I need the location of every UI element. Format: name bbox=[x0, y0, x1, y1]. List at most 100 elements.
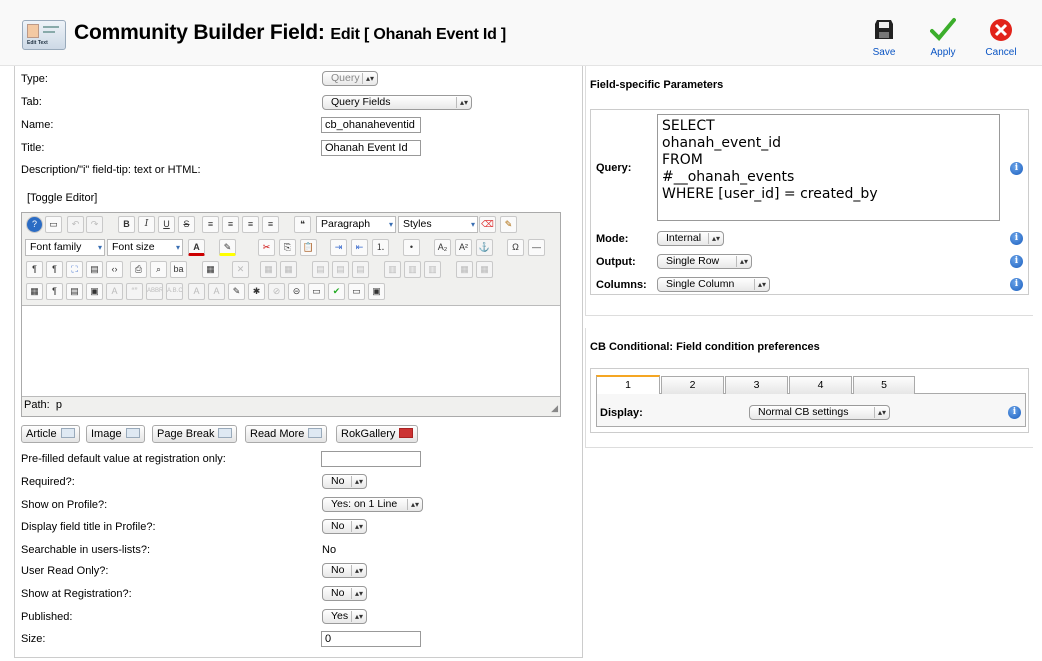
copy-icon[interactable]: ⎘ bbox=[279, 239, 296, 256]
ltr-icon[interactable]: ¶ bbox=[26, 261, 43, 278]
size-input[interactable]: 0 bbox=[321, 631, 421, 647]
indent-icon[interactable]: ⇥ bbox=[330, 239, 347, 256]
eraser-icon[interactable]: ⌫ bbox=[479, 216, 496, 233]
rokgallery-button[interactable]: RokGallery bbox=[336, 425, 419, 443]
name-input[interactable]: cb_ohanaheventid bbox=[321, 117, 421, 133]
delete-text-icon[interactable]: A bbox=[188, 283, 205, 300]
image-icon[interactable]: ▣ bbox=[86, 283, 103, 300]
font-size-select[interactable]: Font size ▾ bbox=[107, 239, 183, 256]
numbered-list-icon[interactable]: ⒈ bbox=[372, 239, 389, 256]
editor-content-area[interactable] bbox=[22, 305, 560, 397]
redo-icon[interactable]: ↷ bbox=[86, 216, 103, 233]
abbr-icon[interactable]: ABBR bbox=[146, 283, 163, 300]
conditional-tab-2[interactable]: 2 bbox=[661, 376, 724, 394]
columns-info-icon[interactable]: i bbox=[1010, 278, 1023, 291]
blockquote-icon[interactable]: ❝ bbox=[294, 216, 311, 233]
table-insert-row-after-icon[interactable]: ▤ bbox=[332, 261, 349, 278]
rtl-icon[interactable]: ¶ bbox=[46, 261, 63, 278]
print-icon[interactable]: ⎙ bbox=[130, 261, 147, 278]
table-insert-col-after-icon[interactable]: ▥ bbox=[404, 261, 421, 278]
media-icon[interactable]: ▭ bbox=[308, 283, 325, 300]
bullet-list-icon[interactable]: • bbox=[403, 239, 420, 256]
align-center-icon[interactable]: ≡ bbox=[222, 216, 239, 233]
page-break-button[interactable]: Page Break bbox=[152, 425, 238, 443]
bold-icon[interactable]: B bbox=[118, 216, 135, 233]
mode-select[interactable]: Internal ▴▾ bbox=[657, 231, 724, 246]
visual-aid-icon[interactable]: ▦ bbox=[26, 283, 43, 300]
template-icon[interactable]: ▤ bbox=[66, 283, 83, 300]
save-button[interactable]: Save bbox=[860, 14, 908, 60]
italic-icon[interactable]: I bbox=[138, 216, 155, 233]
link-icon[interactable]: ⊝ bbox=[288, 283, 305, 300]
text-color-icon[interactable]: A bbox=[188, 239, 205, 256]
table-insert-row-icon[interactable]: ▤ bbox=[312, 261, 329, 278]
published-select[interactable]: Yes ▴▾ bbox=[322, 609, 367, 624]
style-props-icon[interactable]: A bbox=[106, 283, 123, 300]
new-document-icon[interactable]: ▭ bbox=[45, 216, 62, 233]
format-select[interactable]: Paragraph ▾ bbox=[316, 216, 396, 233]
undo-icon[interactable]: ↶ bbox=[67, 216, 84, 233]
table-delete-row-icon[interactable]: ▤ bbox=[352, 261, 369, 278]
align-right-icon[interactable]: ≡ bbox=[262, 216, 279, 233]
output-info-icon[interactable]: i bbox=[1010, 255, 1023, 268]
font-family-select[interactable]: Font family ▾ bbox=[25, 239, 105, 256]
path-element-p[interactable]: p bbox=[56, 399, 62, 411]
tab-select[interactable]: Query Fields ▴▾ bbox=[322, 95, 472, 110]
code-icon[interactable]: ‹› bbox=[106, 261, 123, 278]
paste-icon[interactable]: 📋 bbox=[300, 239, 317, 256]
prefill-input[interactable] bbox=[321, 451, 421, 467]
table-insert-col-icon[interactable]: ▥ bbox=[384, 261, 401, 278]
required-select[interactable]: No ▴▾ bbox=[322, 474, 367, 489]
display-select[interactable]: Normal CB settings ▴▾ bbox=[749, 405, 890, 420]
superscript-icon[interactable]: A² bbox=[455, 239, 472, 256]
underline-icon[interactable]: U bbox=[158, 216, 175, 233]
cut-icon[interactable]: ✂ bbox=[258, 239, 275, 256]
show-registration-select[interactable]: No ▴▾ bbox=[322, 586, 367, 601]
table-icon[interactable]: ▦ bbox=[260, 261, 277, 278]
replace-icon[interactable]: ba bbox=[170, 261, 187, 278]
page-break-icon[interactable]: ▣ bbox=[368, 283, 385, 300]
table-delete-col-icon[interactable]: ▥ bbox=[424, 261, 441, 278]
attributes-icon[interactable]: ✎ bbox=[228, 283, 245, 300]
cleanup-broom-icon[interactable]: ✎ bbox=[500, 216, 517, 233]
table-split-icon[interactable]: ▦ bbox=[456, 261, 473, 278]
display-info-icon[interactable]: i bbox=[1008, 406, 1021, 419]
spellcheck-icon[interactable]: ✔ bbox=[328, 283, 345, 300]
read-only-select[interactable]: No ▴▾ bbox=[322, 563, 367, 578]
output-select[interactable]: Single Row ▴▾ bbox=[657, 254, 752, 269]
unlink-icon[interactable]: ⊘ bbox=[268, 283, 285, 300]
align-justify-icon[interactable]: ≡ bbox=[202, 216, 219, 233]
visual-chars-icon[interactable]: ✱ bbox=[248, 283, 265, 300]
insert-text-icon[interactable]: A bbox=[208, 283, 225, 300]
preview-icon[interactable]: ▤ bbox=[86, 261, 103, 278]
query-textarea[interactable]: SELECT ohanah_event_id FROM #__ohanah_ev… bbox=[657, 114, 1000, 221]
acronym-icon[interactable]: A.B.C bbox=[166, 283, 183, 300]
conditional-tab-1[interactable]: 1 bbox=[596, 375, 660, 394]
mode-info-icon[interactable]: i bbox=[1010, 232, 1023, 245]
nonbreaking-icon[interactable]: ▭ bbox=[348, 283, 365, 300]
columns-select[interactable]: Single Column ▴▾ bbox=[657, 277, 770, 292]
strikethrough-icon[interactable]: S bbox=[178, 216, 195, 233]
insert-layer-icon[interactable]: ▦ bbox=[202, 261, 219, 278]
resize-handle-icon[interactable]: ◢ bbox=[551, 403, 558, 414]
display-title-select[interactable]: No ▴▾ bbox=[322, 519, 367, 534]
toggle-editor-link[interactable]: [Toggle Editor] bbox=[27, 192, 97, 204]
horizontal-rule-icon[interactable]: — bbox=[528, 239, 545, 256]
cancel-button[interactable]: Cancel bbox=[977, 14, 1025, 60]
title-input[interactable]: Ohanah Event Id bbox=[321, 140, 421, 156]
styles-select[interactable]: Styles ▾ bbox=[398, 216, 478, 233]
highlight-color-icon[interactable]: ✎ bbox=[219, 239, 236, 256]
anchor-icon[interactable]: ⚓ bbox=[476, 239, 493, 256]
special-char-icon[interactable]: Ω bbox=[507, 239, 524, 256]
read-more-button[interactable]: Read More bbox=[245, 425, 328, 443]
table-merge-icon[interactable]: ▦ bbox=[476, 261, 493, 278]
apply-button[interactable]: Apply bbox=[919, 14, 967, 60]
cite-icon[interactable]: “” bbox=[126, 283, 143, 300]
search-icon[interactable]: ⌕ bbox=[150, 261, 167, 278]
outdent-icon[interactable]: ⇤ bbox=[351, 239, 368, 256]
fullscreen-icon[interactable]: ⛶ bbox=[66, 261, 83, 278]
insert-article-button[interactable]: Article bbox=[21, 425, 80, 443]
show-profile-select[interactable]: Yes: on 1 Line ▴▾ bbox=[322, 497, 423, 512]
move-layer-icon[interactable]: ✕ bbox=[232, 261, 249, 278]
insert-image-button[interactable]: Image bbox=[86, 425, 145, 443]
